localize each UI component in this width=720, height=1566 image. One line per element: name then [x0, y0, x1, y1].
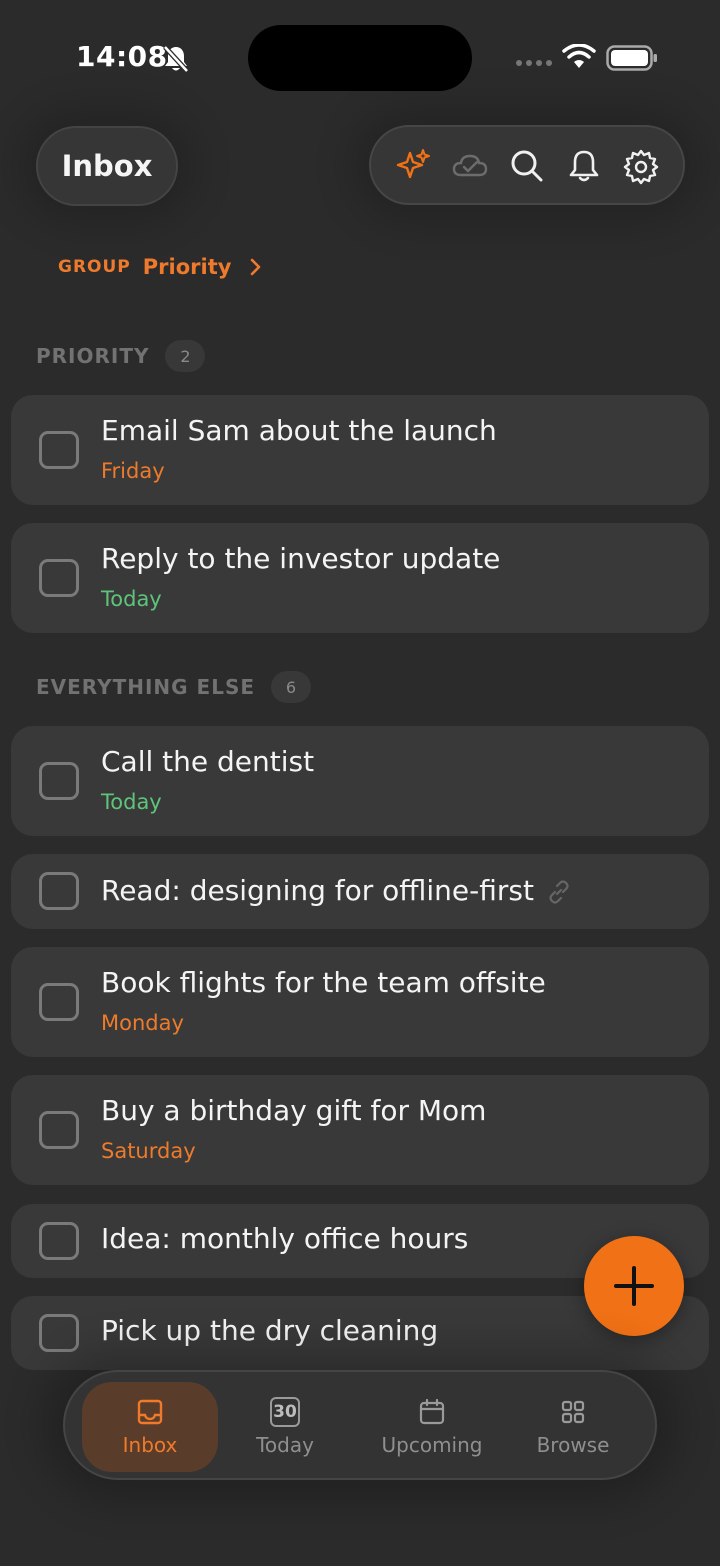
- task-due-date: Today: [101, 790, 162, 814]
- task-title: Call the dentist: [101, 745, 315, 778]
- add-task-button[interactable]: [584, 1236, 684, 1336]
- task-due-date: Saturday: [101, 1139, 196, 1163]
- tab-label: Today: [256, 1433, 314, 1457]
- task-row[interactable]: Call the dentist Today: [11, 726, 709, 836]
- calendar-icon: [417, 1397, 447, 1427]
- tab-label: Browse: [536, 1433, 610, 1457]
- task-title: Read: designing for offline-first: [101, 874, 534, 907]
- gear-icon[interactable]: [622, 147, 660, 185]
- task-title: Idea: monthly office hours: [101, 1222, 469, 1255]
- section-count-badge: 2: [165, 340, 206, 372]
- tab-label: Inbox: [122, 1433, 178, 1457]
- task-due-date: Today: [101, 587, 162, 611]
- task-checkbox[interactable]: [39, 1314, 79, 1352]
- sparkles-icon[interactable]: [395, 147, 433, 185]
- task-row[interactable]: Email Sam about the launch Friday: [11, 395, 709, 505]
- tab-upcoming[interactable]: Upcoming: [365, 1382, 499, 1472]
- task-due-date: Friday: [101, 459, 165, 483]
- task-title: Email Sam about the launch: [101, 414, 497, 447]
- section-header-priority: PRIORITY 2: [36, 339, 206, 373]
- task-row[interactable]: Reply to the investor update Today: [11, 523, 709, 633]
- tab-label: Upcoming: [381, 1433, 483, 1457]
- signal-icon: [516, 60, 552, 66]
- group-label: GROUP: [58, 257, 131, 277]
- group-value: Priority: [142, 255, 232, 279]
- inbox-screen: 14:08 Inbox GROUP Priority PRIORITY 2 Em…: [0, 0, 720, 1566]
- link-icon: [549, 880, 569, 904]
- cloud-check-icon[interactable]: [451, 147, 489, 185]
- section-title: EVERYTHING ELSE: [36, 675, 256, 699]
- task-checkbox[interactable]: [39, 762, 79, 800]
- section-title: PRIORITY: [36, 344, 150, 368]
- dynamic-island: [248, 25, 472, 91]
- task-due-date: Monday: [101, 1011, 184, 1035]
- task-row[interactable]: Book flights for the team offsite Monday: [11, 947, 709, 1057]
- chevron-right-icon: [251, 258, 261, 276]
- task-title: Buy a birthday gift for Mom: [101, 1094, 487, 1127]
- inbox-tray-icon: [135, 1397, 165, 1427]
- inbox-title-button[interactable]: Inbox: [36, 126, 178, 206]
- section-header-everything-else: EVERYTHING ELSE 6: [36, 670, 312, 704]
- task-title: Pick up the dry cleaning: [101, 1314, 439, 1347]
- grid-icon: [558, 1397, 588, 1427]
- task-title: Book flights for the team offsite: [101, 966, 546, 999]
- calendar-day-icon: 30: [270, 1397, 300, 1427]
- calendar-day-number: 30: [270, 1397, 300, 1427]
- search-icon[interactable]: [508, 147, 546, 185]
- tab-browse[interactable]: Browse: [513, 1382, 633, 1472]
- task-checkbox[interactable]: [39, 1111, 79, 1149]
- task-checkbox[interactable]: [39, 431, 79, 469]
- tab-inbox[interactable]: Inbox: [82, 1382, 218, 1472]
- battery-icon: [606, 45, 657, 71]
- tab-today[interactable]: 30 Today: [225, 1382, 345, 1472]
- group-selector[interactable]: GROUP Priority: [58, 252, 263, 282]
- task-row[interactable]: Read: designing for offline-first: [11, 854, 709, 929]
- toolbar: [369, 125, 685, 205]
- section-count-badge: 6: [271, 671, 312, 703]
- status-time: 14:08: [76, 40, 168, 73]
- task-checkbox[interactable]: [39, 559, 79, 597]
- task-checkbox[interactable]: [39, 1222, 79, 1260]
- task-checkbox[interactable]: [39, 872, 79, 910]
- bell-off-icon: [163, 45, 189, 73]
- bell-icon[interactable]: [565, 147, 603, 185]
- task-row[interactable]: Buy a birthday gift for Mom Saturday: [11, 1075, 709, 1185]
- wifi-icon: [562, 44, 596, 68]
- bottom-tab-bar: Inbox 30 Today Upcoming Browse: [63, 1370, 657, 1480]
- plus-icon: [614, 1266, 654, 1306]
- task-checkbox[interactable]: [39, 983, 79, 1021]
- task-title: Reply to the investor update: [101, 542, 501, 575]
